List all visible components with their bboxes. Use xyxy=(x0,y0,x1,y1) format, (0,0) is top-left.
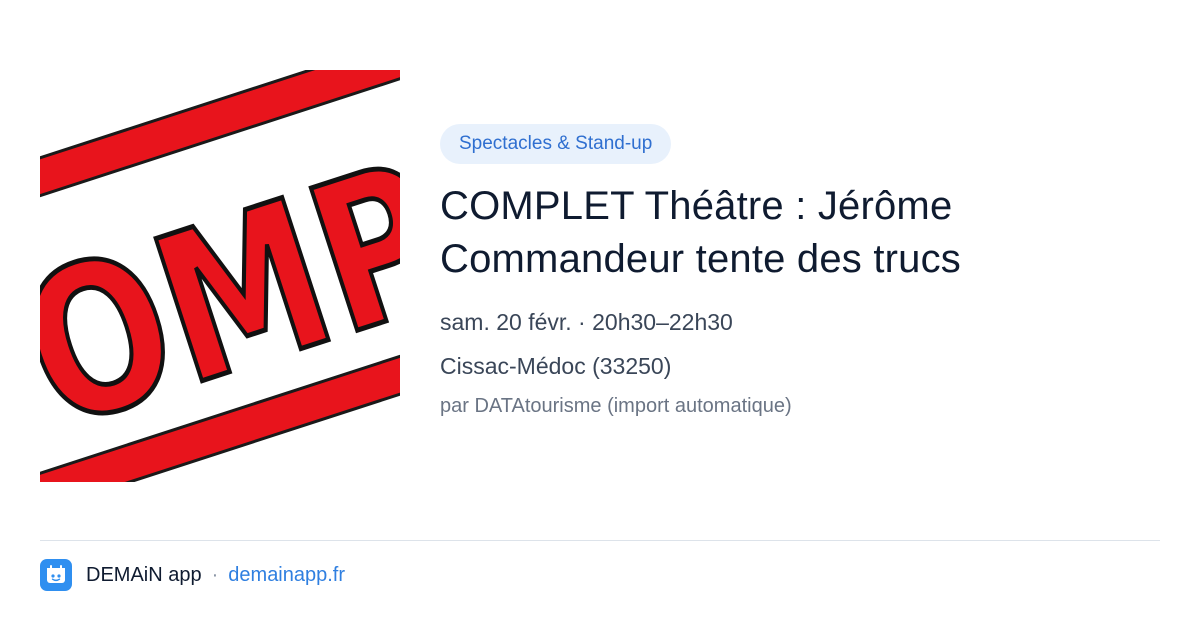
event-title-line-2: Commandeur tente des trucs xyxy=(440,237,962,281)
footer-divider xyxy=(40,540,1160,541)
app-website-link[interactable]: demainapp.fr xyxy=(228,564,345,587)
footer: DEMAiN app · demainapp.fr xyxy=(40,558,345,592)
event-title-line-1: COMPLET Théâtre : Jérôme xyxy=(440,184,953,228)
app-logo-icon xyxy=(40,559,72,591)
event-details: Spectacles & Stand-up COMPLET Théâtre : … xyxy=(440,124,1160,420)
event-title: COMPLET Théâtre : Jérôme Commandeur tent… xyxy=(440,180,1160,286)
complet-stamp-image: OMPLE xyxy=(40,70,400,482)
category-badge[interactable]: Spectacles & Stand-up xyxy=(440,124,672,164)
event-datetime: sam. 20 févr. · 20h30–22h30 xyxy=(440,309,733,335)
app-name: DEMAiN app xyxy=(86,563,202,586)
footer-separator: · xyxy=(211,563,219,586)
event-source: par DATAtourisme (import automatique) xyxy=(440,395,792,417)
event-image: OMPLE xyxy=(40,70,400,482)
event-location: Cissac-Médoc (33250) xyxy=(440,353,672,379)
